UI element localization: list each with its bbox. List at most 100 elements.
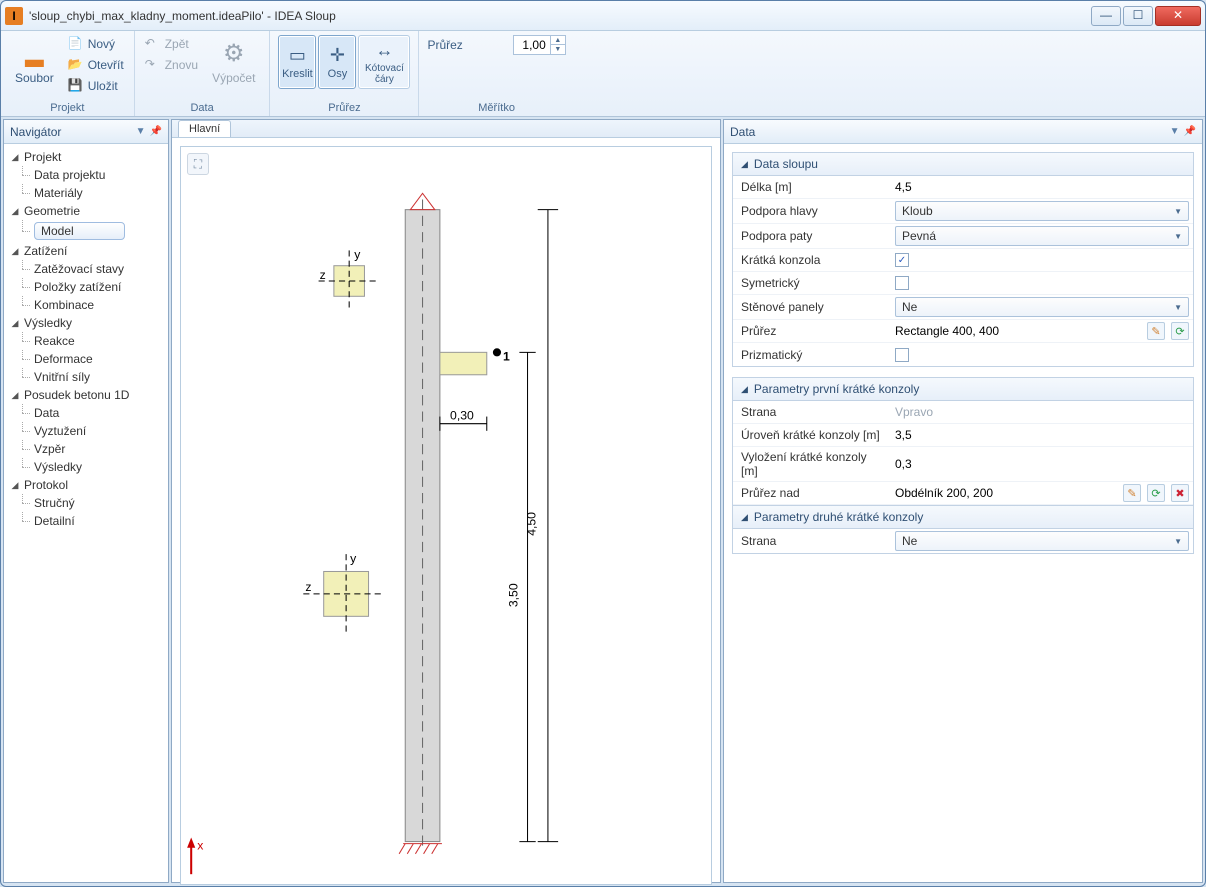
refresh-icon[interactable]: ⟳ <box>1147 484 1165 502</box>
new-icon: 📄 <box>68 36 84 52</box>
section-header-2[interactable]: ◢Parametry první krátké konzoly <box>733 378 1193 401</box>
undo-icon: ↶ <box>145 36 161 52</box>
value-prurez: Rectangle 400, 400 <box>895 324 1141 338</box>
fullscreen-icon[interactable]: ⛶ <box>187 153 209 175</box>
redo-button[interactable]: ↷Znovu <box>143 56 200 74</box>
draw-toggle[interactable]: ▭ Kreslit <box>278 35 316 89</box>
tree-vzper[interactable]: Vzpěr <box>6 440 166 458</box>
svg-text:1: 1 <box>503 349 510 363</box>
minimize-button[interactable]: — <box>1091 6 1121 26</box>
tree-polozky-zatizeni[interactable]: Položky zatížení <box>6 278 166 296</box>
dropdown-icon[interactable]: ▼ <box>1170 126 1180 137</box>
axes-toggle[interactable]: ✛ Osy <box>318 35 356 89</box>
tree-materialy[interactable]: Materiály <box>6 184 166 202</box>
tree-geometrie[interactable]: ◢Geometrie <box>6 202 166 220</box>
label-kratka-konzola: Krátká konzola <box>733 250 893 270</box>
tree-zatezovaci-stavy[interactable]: Zatěžovací stavy <box>6 260 166 278</box>
tree-vyztuzeni[interactable]: Vyztužení <box>6 422 166 440</box>
tree-posudek-vysledky[interactable]: Výsledky <box>6 458 166 476</box>
section-data-sloupu: ◢Data sloupu Délka [m]4,5 Podpora hlavyK… <box>732 152 1194 367</box>
select-stenove-panely[interactable]: Ne▼ <box>895 297 1189 317</box>
close-button[interactable]: ✕ <box>1155 6 1201 26</box>
checkbox-kratka-konzola[interactable]: ✓ <box>895 253 909 267</box>
label-podpora-paty: Podpora paty <box>733 226 893 246</box>
tree-kombinace[interactable]: Kombinace <box>6 296 166 314</box>
svg-text:y: y <box>354 248 361 262</box>
value-uroven[interactable]: 3,5 <box>895 428 912 442</box>
tree-detailni[interactable]: Detailní <box>6 512 166 530</box>
dimension-icon: ↔ <box>375 40 393 61</box>
section-prvni-konzola: ◢Parametry první krátké konzoly StranaVp… <box>732 377 1194 554</box>
pin-icon[interactable]: 📌 <box>150 126 162 137</box>
tab-hlavni[interactable]: Hlavní <box>178 120 231 137</box>
svg-text:x: x <box>197 839 203 853</box>
file-menu[interactable]: ▂ Soubor <box>9 35 60 87</box>
label-strana: Strana <box>733 402 893 422</box>
group-data: Data <box>143 100 262 114</box>
tree-posudek-data[interactable]: Data <box>6 404 166 422</box>
value-vylozeni[interactable]: 0,3 <box>895 457 912 471</box>
dropdown-icon[interactable]: ▼ <box>136 126 146 137</box>
section-header-3[interactable]: ◢Parametry druhé krátké konzoly <box>733 505 1193 529</box>
edit-icon[interactable]: ✎ <box>1123 484 1141 502</box>
label-uroven: Úroveň krátké konzoly [m] <box>733 425 893 445</box>
tree-posudek[interactable]: ◢Posudek betonu 1D <box>6 386 166 404</box>
tree-vysledky[interactable]: ◢Výsledky <box>6 314 166 332</box>
open-icon: 📂 <box>68 57 84 73</box>
section-spinner[interactable]: ▲▼ <box>513 35 566 55</box>
pin-icon[interactable]: 📌 <box>1184 126 1196 137</box>
chevron-down-icon: ▼ <box>1174 303 1182 312</box>
center-panel: Hlavní ⛶ 1 <box>171 119 721 883</box>
checkbox-prizmaticky[interactable] <box>895 348 909 362</box>
tree-vnitrni-sily[interactable]: Vnitřní síly <box>6 368 166 386</box>
label-stenove-panely: Stěnové panely <box>733 297 893 317</box>
navigator-title: Navigátor <box>10 125 61 139</box>
checkbox-symetricky[interactable] <box>895 276 909 290</box>
refresh-icon[interactable]: ⟳ <box>1171 322 1189 340</box>
file-icon: ▂ <box>18 37 50 69</box>
tree-model[interactable]: Model <box>6 220 166 242</box>
section-input[interactable] <box>514 38 550 52</box>
section-header-1[interactable]: ◢Data sloupu <box>733 153 1193 176</box>
dimension-toggle[interactable]: ↔ Kótovací čáry <box>358 35 410 89</box>
label-prizmaticky: Prizmatický <box>733 345 893 365</box>
svg-text:z: z <box>320 268 326 282</box>
data-panel: Data ▼📌 ◢Data sloupu Délka [m]4,5 Podpor… <box>723 119 1203 883</box>
group-prurez: Průřez <box>278 100 410 114</box>
redo-icon: ↷ <box>145 57 161 73</box>
svg-text:z: z <box>305 580 311 594</box>
group-projekt: Projekt <box>9 100 126 114</box>
delete-icon[interactable]: ✖ <box>1171 484 1189 502</box>
tree-protokol[interactable]: ◢Protokol <box>6 476 166 494</box>
select-strana2[interactable]: Ne▼ <box>895 531 1189 551</box>
titlebar: I 'sloup_chybi_max_kladny_moment.ideaPil… <box>1 1 1205 31</box>
select-podpora-hlavy[interactable]: Kloub▼ <box>895 201 1189 221</box>
label-strana2: Strana <box>733 531 893 551</box>
undo-button[interactable]: ↶Zpět <box>143 35 200 53</box>
select-podpora-paty[interactable]: Pevná▼ <box>895 226 1189 246</box>
tree-zatizeni[interactable]: ◢Zatížení <box>6 242 166 260</box>
open-button[interactable]: 📂Otevřít <box>66 56 126 74</box>
tree-deformace[interactable]: Deformace <box>6 350 166 368</box>
spin-up[interactable]: ▲ <box>551 36 565 45</box>
svg-text:y: y <box>350 551 357 565</box>
edit-icon[interactable]: ✎ <box>1147 322 1165 340</box>
tabstrip: Hlavní <box>172 120 720 138</box>
value-delka[interactable]: 4,5 <box>895 180 912 194</box>
canvas[interactable]: ⛶ 1 4,50 <box>180 146 712 885</box>
tree-data-projektu[interactable]: Data projektu <box>6 166 166 184</box>
save-button[interactable]: 💾Uložit <box>66 77 126 95</box>
label-podpora-hlavy: Podpora hlavy <box>733 201 893 221</box>
maximize-button[interactable]: ☐ <box>1123 6 1153 26</box>
chevron-down-icon: ▼ <box>1174 537 1182 546</box>
tree-projekt[interactable]: ◢Projekt <box>6 148 166 166</box>
spin-down[interactable]: ▼ <box>551 45 565 54</box>
label-delka: Délka [m] <box>733 177 893 197</box>
tree-reakce[interactable]: Reakce <box>6 332 166 350</box>
label-prurez: Průřez <box>733 321 893 341</box>
window-title: 'sloup_chybi_max_kladny_moment.ideaPilo'… <box>29 9 1091 23</box>
app-icon: I <box>5 7 23 25</box>
tree-strucny[interactable]: Stručný <box>6 494 166 512</box>
calculate-button[interactable]: ⚙ Výpočet <box>206 35 261 87</box>
new-button[interactable]: 📄Nový <box>66 35 126 53</box>
